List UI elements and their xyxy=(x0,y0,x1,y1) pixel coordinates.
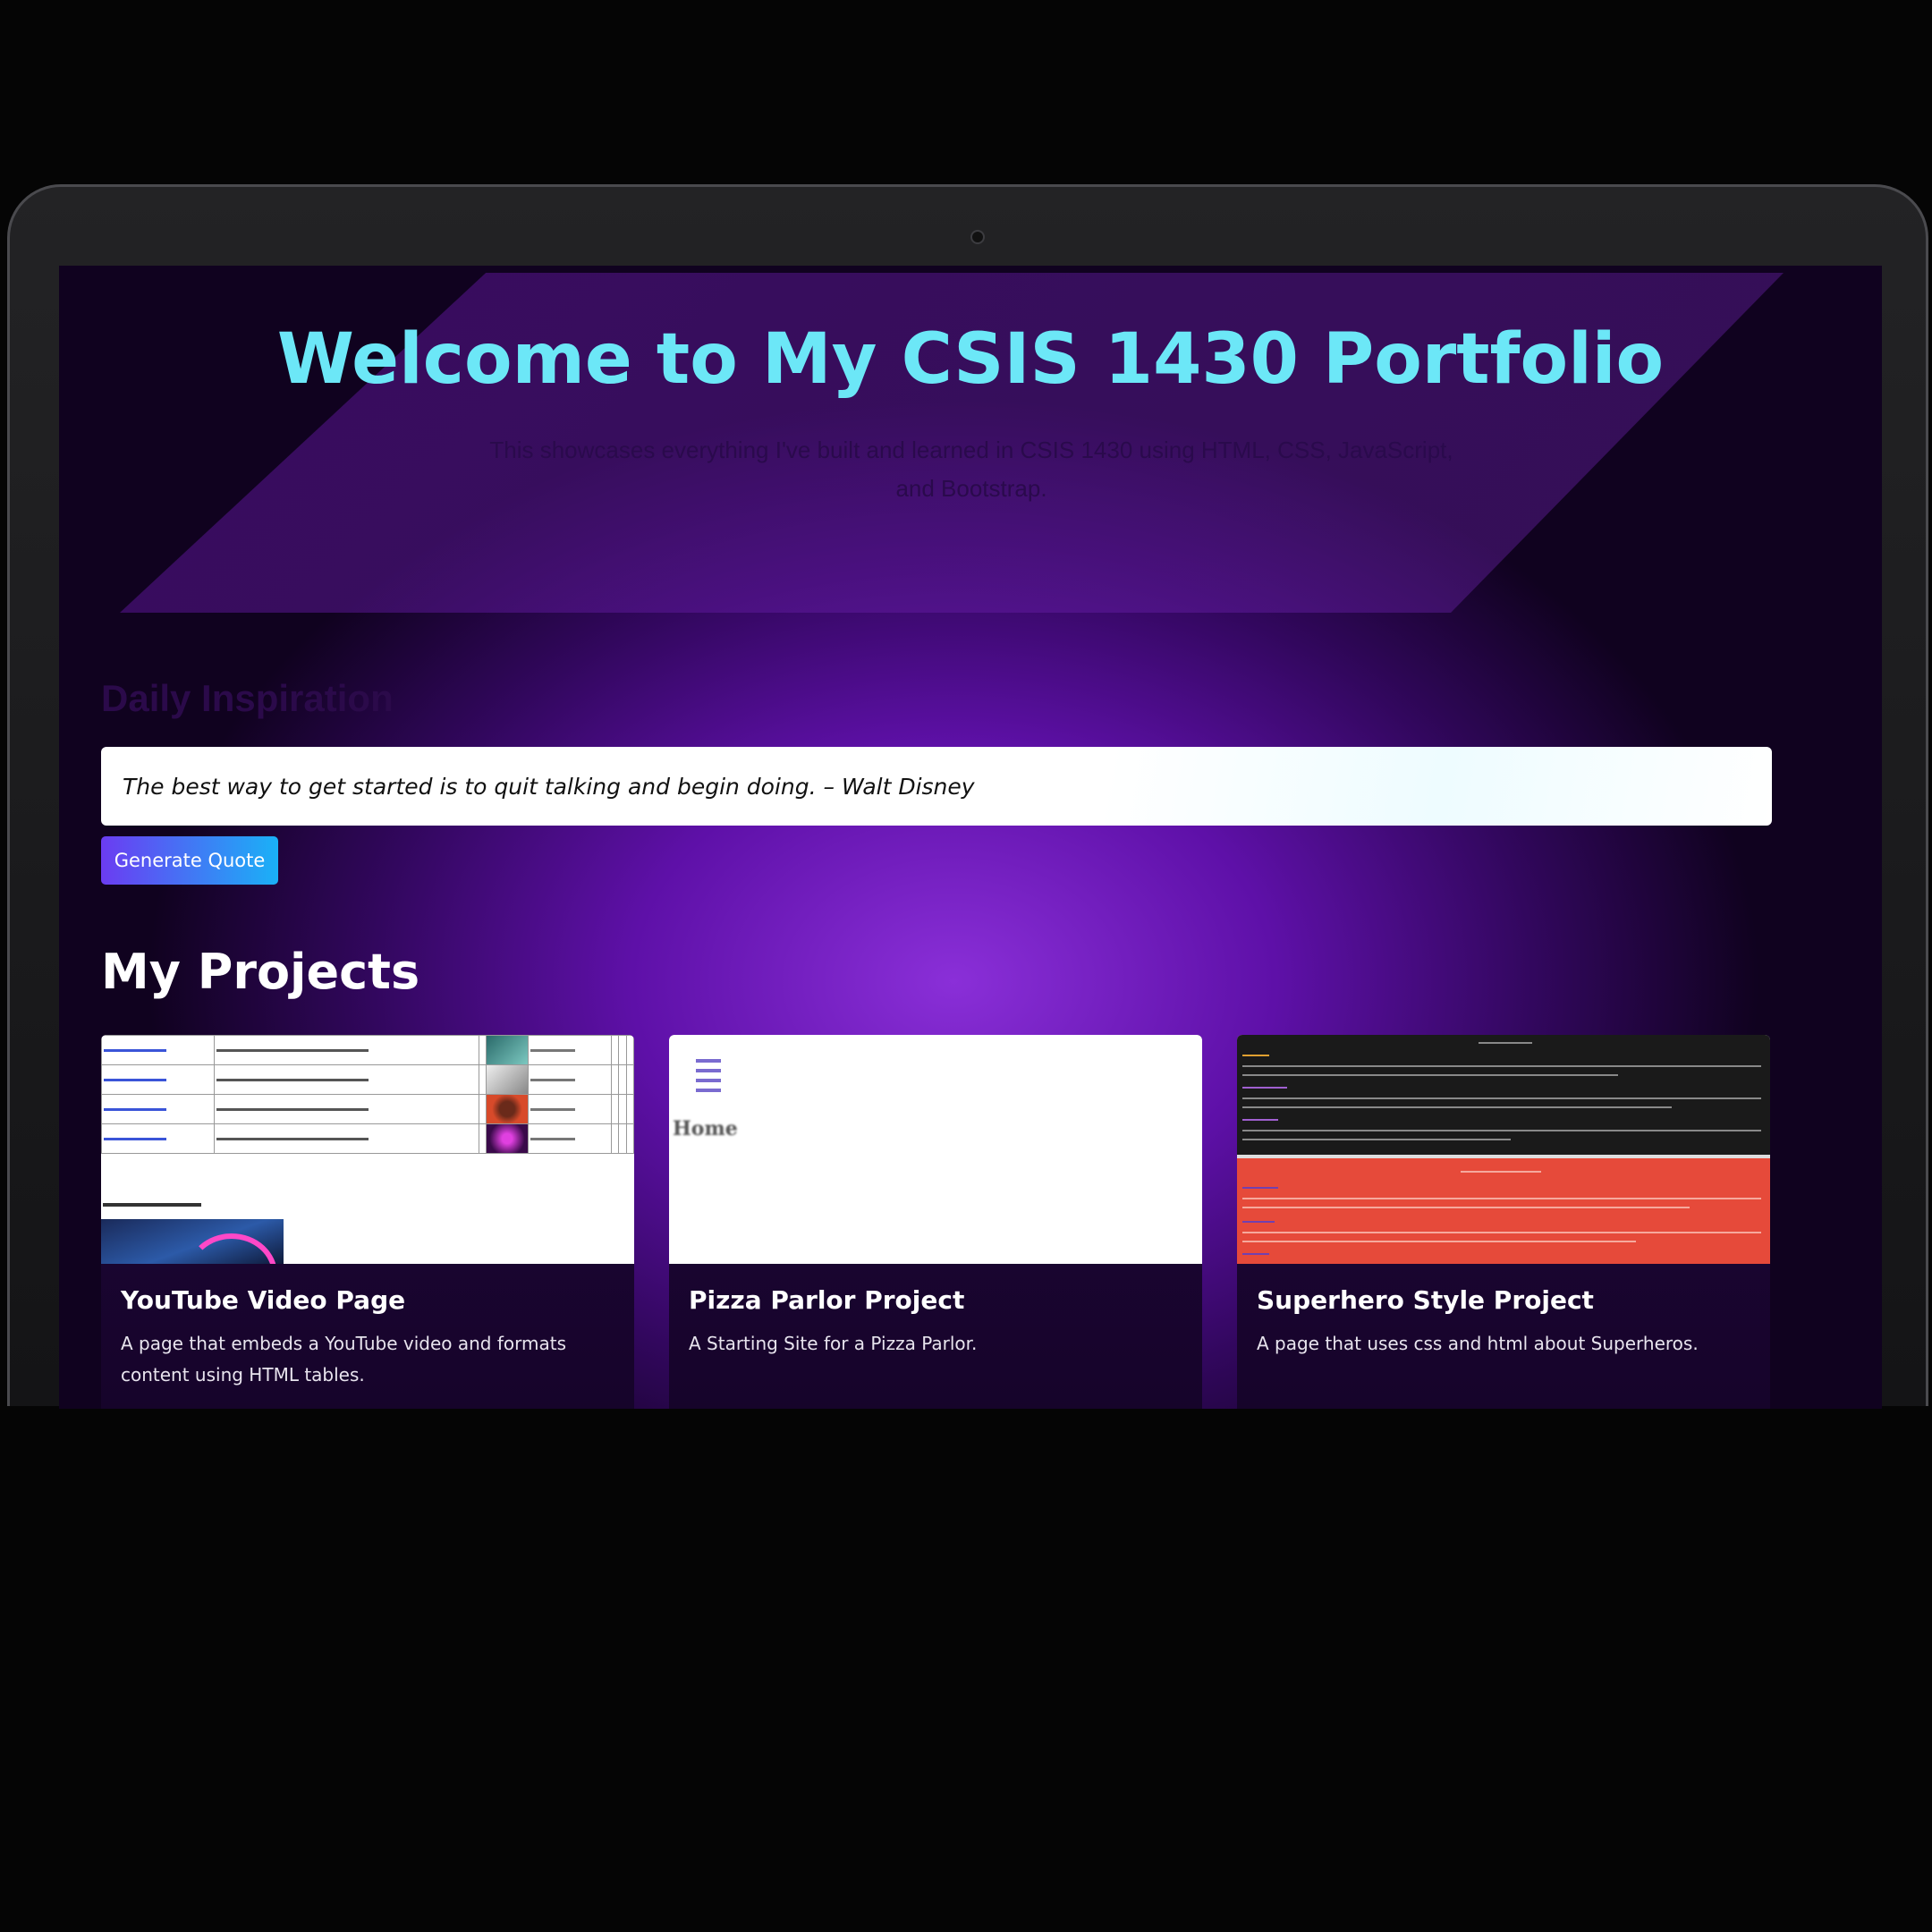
thumbnail-heading: Home xyxy=(673,1117,738,1140)
card-title[interactable]: Superhero Style Project xyxy=(1257,1285,1594,1315)
inspiration-heading: Daily Inspiration xyxy=(101,677,394,719)
generate-quote-button[interactable]: Generate Quote xyxy=(101,836,278,885)
project-card-pizza[interactable]: Home Pizza Parlor Project A Starting Sit… xyxy=(669,1035,1202,1409)
superhero-thumbnail[interactable] xyxy=(1237,1035,1770,1264)
projects-heading: My Projects xyxy=(101,944,420,1000)
card-title[interactable]: Pizza Parlor Project xyxy=(689,1285,964,1315)
card-description: A page that uses css and html about Supe… xyxy=(1257,1333,1699,1354)
quote-text: The best way to get started is to quit t… xyxy=(123,773,975,800)
thumbnail-dark-section xyxy=(1237,1035,1770,1158)
card-description: A Starting Site for a Pizza Parlor. xyxy=(689,1333,978,1354)
page-subtitle: This showcases everything I've built and… xyxy=(489,436,1453,502)
youtube-thumbnail[interactable] xyxy=(101,1035,634,1264)
pizza-thumbnail[interactable]: Home xyxy=(669,1035,1202,1264)
page-title: Welcome to My CSIS 1430 Portfolio xyxy=(276,319,1665,400)
laptop-frame: Welcome to My CSIS 1430 Portfolio This s… xyxy=(7,184,1928,1409)
webcam-icon xyxy=(970,230,985,244)
project-card-youtube[interactable]: YouTube Video Page A page that embeds a … xyxy=(101,1035,634,1409)
quote-box: The best way to get started is to quit t… xyxy=(101,747,1772,826)
thumbnail-nav-list xyxy=(696,1053,721,1098)
thumbnail-table xyxy=(101,1035,634,1154)
card-description: A page that embeds a YouTube video and f… xyxy=(121,1333,566,1385)
project-card-superhero[interactable]: Superhero Style Project A page that uses… xyxy=(1237,1035,1770,1409)
thumbnail-red-section xyxy=(1237,1158,1770,1264)
browser-screen: Welcome to My CSIS 1430 Portfolio This s… xyxy=(59,266,1882,1409)
card-title[interactable]: YouTube Video Page xyxy=(121,1285,405,1315)
